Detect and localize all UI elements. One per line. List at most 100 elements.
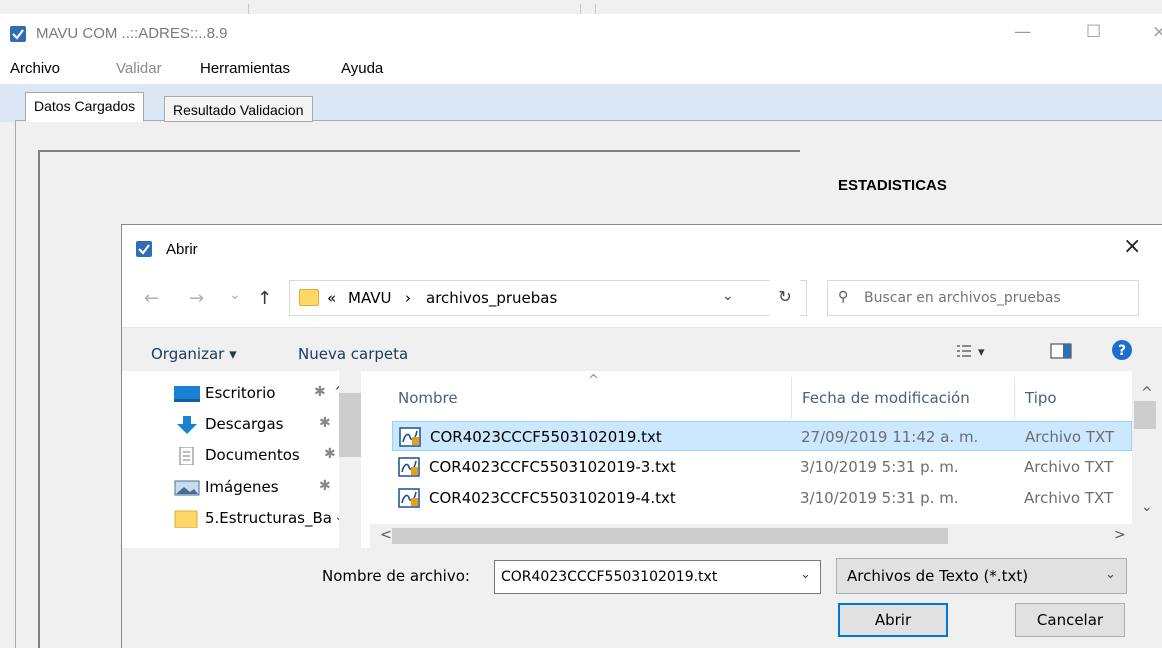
app-icon [10,26,26,42]
text-file-icon [399,427,421,447]
nav-item-label: Documentos [205,446,300,464]
file-date: 27/09/2019 11:42 a. m. [801,428,979,446]
column-divider[interactable] [1014,377,1015,419]
nav-item-label: Imágenes [205,478,279,496]
documents-icon [179,447,194,465]
breadcrumb-overflow[interactable]: « [327,289,336,307]
menu-ayuda[interactable]: Ayuda [341,60,383,77]
folder-icon [174,510,198,528]
breadcrumb-mavu[interactable]: MAVU [348,289,391,307]
pin-icon: ✱ [319,415,331,431]
cancel-button[interactable]: Cancelar [1015,603,1125,637]
preview-pane-icon[interactable] [1050,343,1072,359]
horizontal-scroll-thumb[interactable] [392,528,948,544]
address-bar[interactable]: « MAVU › archivos_pruebas ⌄ [289,280,807,316]
scroll-down-icon[interactable]: ⌄ [1141,499,1153,515]
address-dropdown-chevron-icon[interactable]: ⌄ [722,288,734,304]
app-close-button[interactable]: × [1152,22,1162,42]
desktop-icon [174,386,200,402]
pin-icon: ✱ [319,478,331,494]
file-type-filter-value: Archivos de Texto (*.txt) [847,567,1029,585]
download-icon [177,416,197,434]
column-header-nombre[interactable]: Nombre [398,389,458,407]
nav-item-label: Escritorio [205,384,276,402]
breadcrumb-separator: › [405,289,411,307]
file-row[interactable]: COR4023CCFC5503102019-3.txt 3/10/2019 5:… [392,452,1132,482]
dialog-titlebar: Abrir × [122,225,1162,271]
help-glyph: ? [1118,343,1126,359]
text-file-icon [398,457,420,477]
nav-pane-scrollbar[interactable] [339,371,361,548]
nav-item-label: Descargas [205,415,284,433]
pin-icon: ✱ [314,384,326,400]
menu-bar: Archivo Validar Herramientas Ayuda [0,54,1162,84]
maximize-button[interactable]: ☐ [1086,22,1101,42]
filename-dropdown-chevron-icon[interactable]: ⌄ [800,567,811,582]
text-file-icon [398,488,420,508]
file-date: 3/10/2019 5:31 p. m. [800,458,959,476]
dialog-nav-bar: ← → ⌄ ↑ « MAVU › archivos_pruebas ⌄ ↻ ⚲ [122,271,1162,327]
view-dropdown-icon[interactable]: ▾ [978,345,985,360]
dialog-title: Abrir [166,241,198,258]
back-button[interactable]: ← [144,288,159,309]
file-row[interactable]: COR4023CCCF5503102019.txt 27/09/2019 11:… [392,421,1132,451]
file-row[interactable]: COR4023CCFC5503102019-4.txt 3/10/2019 5:… [392,483,1132,513]
dialog-footer: Nombre de archivo: ⌄ Archivos de Texto (… [122,548,1162,648]
menu-validar[interactable]: Validar [116,60,162,77]
search-box[interactable]: ⚲ [827,280,1139,316]
refresh-button[interactable]: ↻ [770,280,800,316]
recent-locations-chevron-icon[interactable]: ⌄ [229,287,241,303]
breadcrumb-archivos-pruebas[interactable]: archivos_pruebas [426,289,557,307]
folder-icon [299,289,319,306]
open-button[interactable]: Abrir [838,603,948,637]
dialog-app-icon [136,241,152,257]
tab-resultado-validacion[interactable]: Resultado Validacion [164,96,313,122]
new-folder-button[interactable]: Nueva carpeta [298,345,408,363]
column-header-tipo[interactable]: Tipo [1025,389,1057,407]
navigation-pane: Escritorio ✱ ^ Descargas ✱ Documentos ✱ … [122,371,370,548]
column-divider[interactable] [791,377,792,419]
scroll-left-icon[interactable]: < [380,527,392,543]
pin-icon: ✱ [324,446,336,462]
file-type: Archivo TXT [1024,458,1114,476]
file-type: Archivo TXT [1024,489,1114,507]
background-window-strip [0,0,1162,14]
filter-dropdown-chevron-icon[interactable]: ⌄ [1105,567,1116,582]
filename-combobox[interactable]: ⌄ [494,560,821,594]
file-list-pane: Nombre ^ Fecha de modificación Tipo COR4… [370,371,1162,548]
view-options-icon[interactable] [956,343,972,359]
file-name: COR4023CCFC5503102019-4.txt [429,489,676,507]
pictures-icon [174,480,200,496]
filename-input[interactable] [501,566,791,588]
forward-button[interactable]: → [189,288,204,309]
search-icon: ⚲ [838,289,849,305]
menu-archivo[interactable]: Archivo [10,60,60,77]
stats-heading: ESTADISTICAS [838,177,947,194]
file-list-vertical-scrollbar[interactable]: ^ ⌄ [1132,371,1162,548]
sort-arrow-icon: ^ [588,373,599,388]
file-name: COR4023CCFC5503102019-3.txt [429,458,676,476]
app-titlebar: MAVU COM ..::ADRES::..8.9 — ☐ × [0,14,1162,54]
file-type: Archivo TXT [1025,428,1115,446]
open-file-dialog: Abrir × ← → ⌄ ↑ « MAVU › archivos_prueba… [121,224,1162,648]
help-icon[interactable]: ? [1112,340,1132,360]
column-header-fecha[interactable]: Fecha de modificación [802,389,970,407]
filename-label: Nombre de archivo: [322,567,470,585]
file-list-horizontal-scrollbar[interactable]: < > [370,524,1132,548]
file-date: 3/10/2019 5:31 p. m. [800,489,959,507]
organize-button[interactable]: Organizar ▾ [151,345,237,363]
minimize-button[interactable]: — [1014,22,1031,42]
dialog-close-button[interactable]: × [1123,234,1141,259]
tab-datos-cargados[interactable]: Datos Cargados [25,92,145,122]
file-type-filter-select[interactable]: Archivos de Texto (*.txt) ⌄ [836,558,1127,594]
nav-item-label: 5.Estructuras_Ba [205,509,332,527]
up-folder-button[interactable]: ↑ [257,288,272,309]
file-name: COR4023CCCF5503102019.txt [430,428,662,446]
search-input[interactable] [864,286,1132,310]
app-title: MAVU COM ..::ADRES::..8.9 [36,25,228,42]
menu-herramientas[interactable]: Herramientas [200,60,290,77]
scroll-right-icon[interactable]: > [1114,527,1126,543]
scroll-up-icon[interactable]: ^ [1141,385,1153,401]
vertical-scroll-thumb[interactable] [1134,401,1156,429]
nav-scroll-thumb[interactable] [339,393,361,457]
